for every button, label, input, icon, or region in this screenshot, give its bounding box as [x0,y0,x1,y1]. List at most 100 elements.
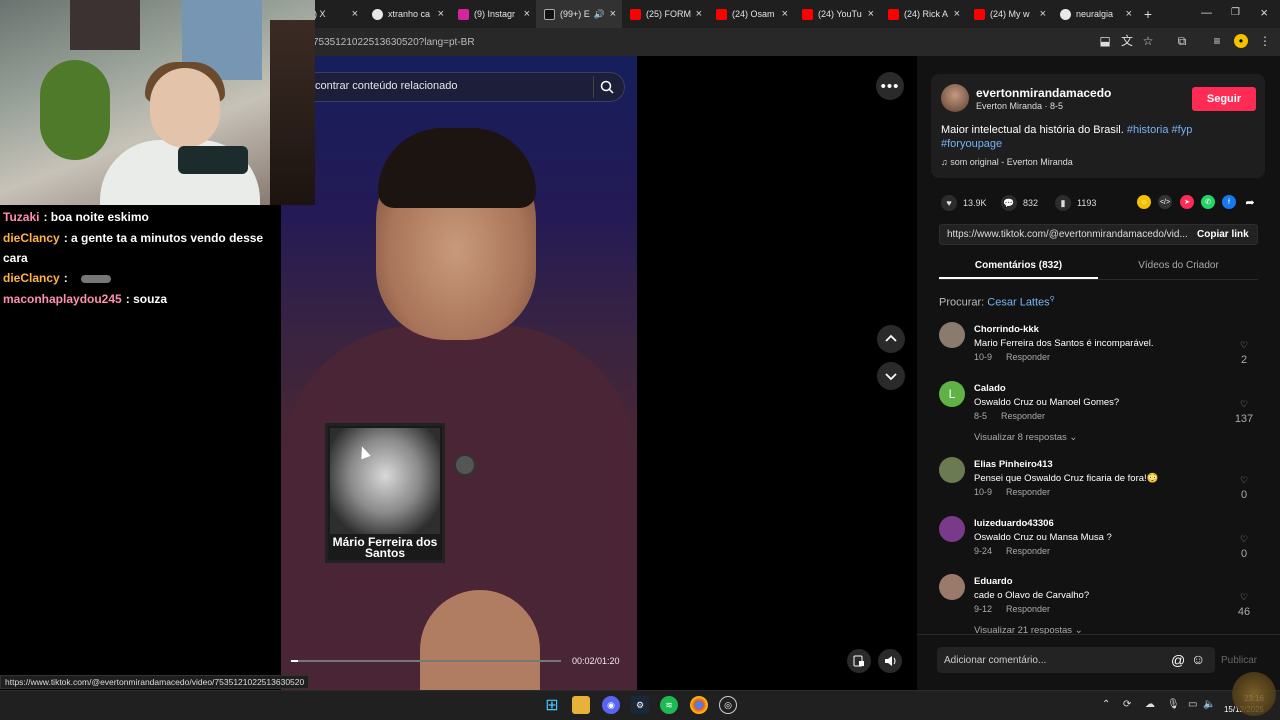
comment-text: Mario Ferreira dos Santos é incomparável… [974,338,1154,349]
copy-link-button[interactable]: Copiar link [1197,229,1249,240]
tray-onedrive-icon[interactable]: ☁ [1145,699,1155,710]
minimize-icon[interactable]: — [1201,7,1212,19]
reply-button[interactable]: Responder [1006,604,1050,614]
close-icon[interactable]: × [868,8,874,20]
hashtag-link[interactable]: #historia [1127,124,1169,136]
close-icon[interactable]: × [524,8,530,20]
tray-app-icon[interactable]: ⟳ [1123,699,1131,710]
publish-button[interactable]: Publicar [1221,655,1257,666]
translate-icon[interactable]: 文 [1120,34,1134,48]
obs-icon[interactable]: ◎ [719,696,737,714]
comment-username[interactable]: Eduardo [974,576,1013,587]
browser-tab[interactable]: (24) Osam × [708,0,794,28]
comment-username[interactable]: Calado [974,383,1006,394]
floating-player-button[interactable] [847,649,871,673]
reply-button[interactable]: Responder [1006,546,1050,556]
browser-tab[interactable]: (24) YouTu × [794,0,880,28]
address-bar[interactable]: 7535121022513630520?lang=pt-BR [313,37,475,48]
file-explorer-icon[interactable] [572,696,590,714]
profile-avatar-icon[interactable]: • [1234,34,1248,48]
music-info[interactable]: ♫ som original - Everton Miranda [941,157,1073,167]
hashtag-link[interactable]: #fyp [1172,124,1193,136]
reply-button[interactable]: Responder [1006,352,1050,362]
whatsapp-icon[interactable]: ✆ [1201,195,1215,209]
video-progress-bar[interactable] [291,660,561,662]
browser-tab[interactable]: neuralgia × [1052,0,1138,28]
network-icon[interactable]: ▭ [1188,699,1197,710]
share-friends-icon[interactable]: ☺ [1137,195,1151,209]
webcam-plant [40,60,110,160]
spotify-icon[interactable]: ≋ [660,696,678,714]
comment-avatar[interactable] [939,322,965,348]
comment-username[interactable]: luizeduardo43306 [974,518,1054,529]
close-icon[interactable]: × [1126,8,1132,20]
extensions-icon[interactable]: ⧉ [1175,34,1189,48]
close-icon[interactable]: × [1040,8,1046,20]
embed-code-icon[interactable]: </> [1158,195,1172,209]
browser-tab[interactable]: (24) Rick A × [880,0,966,28]
close-icon[interactable]: × [954,8,960,20]
view-replies-button[interactable]: Visualizar 8 respostas ⌄ [974,432,1077,443]
search-button[interactable] [593,76,619,98]
reply-button[interactable]: Responder [1006,487,1050,497]
windows-start-icon[interactable]: ⊞ [543,696,561,714]
browser-tab[interactable]: (9) Instagr × [450,0,536,28]
send-to-friends-icon[interactable]: ➤ [1180,195,1194,209]
tab-creator-videos[interactable]: Vídeos do Criador [1099,260,1258,271]
comment-avatar[interactable] [939,516,965,542]
restore-icon[interactable]: ❐ [1231,7,1240,18]
speaker-icon[interactable]: 🔈 [1203,699,1215,710]
bookmark-star-icon[interactable]: ☆ [1141,34,1155,48]
next-video-button[interactable] [877,362,905,390]
media-control-icon[interactable]: ≡ [1210,34,1224,48]
share-arrow-icon[interactable]: ➦ [1243,195,1257,209]
close-icon[interactable]: × [352,8,358,20]
close-icon[interactable]: × [438,8,444,20]
discord-icon[interactable]: ◉ [602,696,620,714]
comment-username[interactable]: Chorrindo-kkk [974,324,1039,335]
comment-avatar[interactable] [939,457,965,483]
heart-outline-icon[interactable]: ♡ [1234,399,1254,410]
save-stat[interactable]: ▮ 1193 [1055,195,1096,211]
more-options-button[interactable]: ••• [876,72,904,100]
heart-outline-icon[interactable]: ♡ [1234,534,1254,545]
close-window-icon[interactable]: × [1260,5,1268,20]
heart-outline-icon[interactable]: ♡ [1234,592,1254,603]
close-icon[interactable]: × [782,8,788,20]
search-suggestion[interactable]: Procurar: Cesar Lattes⚲ [939,295,1055,309]
reply-button[interactable]: Responder [1001,411,1045,421]
browser-tab[interactable]: (25) FORM × [622,0,708,28]
install-app-icon[interactable]: ⬓ [1098,34,1112,48]
like-stat[interactable]: ♥ 13.9K [941,195,987,211]
volume-button[interactable] [878,649,902,673]
browser-tab[interactable]: (24) My w × [966,0,1052,28]
search-suggestion-term[interactable]: Cesar Lattes [987,297,1049,309]
chrome-icon[interactable] [690,696,708,714]
comment-avatar[interactable]: L [939,381,965,407]
hashtag-link[interactable]: #foryoupage [941,138,1002,150]
close-icon[interactable]: × [696,8,702,20]
mention-icon[interactable]: @ [1171,652,1185,668]
steam-icon[interactable]: ⚙ [631,696,649,714]
comment-stat[interactable]: 💬 832 [1001,195,1038,211]
heart-outline-icon[interactable]: ♡ [1234,340,1254,351]
comment-date: 9-24 [974,546,993,556]
comment-avatar[interactable] [939,574,965,600]
facebook-icon[interactable]: f [1222,195,1236,209]
video-link[interactable]: https://www.tiktok.com/@evertonmirandama… [947,229,1187,240]
tray-overflow-icon[interactable]: ⌃ [1102,699,1110,710]
microphone-icon[interactable]: 🎙 [1167,699,1180,710]
browser-tab-active[interactable]: (99+) E 🔊 × [536,0,622,28]
follow-button[interactable]: Seguir [1192,87,1256,111]
browser-tab[interactable]: xtranho ca × [364,0,450,28]
author-avatar[interactable] [941,84,969,112]
browser-menu-icon[interactable]: ⋮ [1258,34,1272,48]
author-username[interactable]: evertonmirandamacedo [976,86,1111,100]
close-icon[interactable]: × [610,8,616,20]
heart-outline-icon[interactable]: ♡ [1234,475,1254,486]
tab-comments[interactable]: Comentários (832) [939,260,1098,271]
comment-username[interactable]: Elias Pinheiro413 [974,459,1053,470]
new-tab-button[interactable]: + [1138,6,1158,22]
previous-video-button[interactable] [877,325,905,353]
emoji-icon[interactable]: ☺ [1191,651,1205,667]
